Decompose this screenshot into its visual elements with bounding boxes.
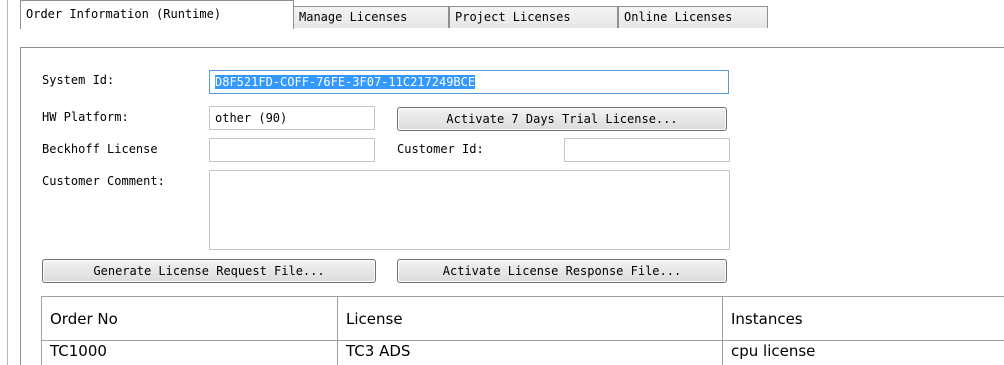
- system-id-label: System Id:: [42, 73, 115, 87]
- beckhoff-license-label: Beckhoff License: [42, 142, 158, 156]
- column-header-license[interactable]: License: [338, 297, 723, 341]
- system-id-field[interactable]: D8F521FD-COFF-76FE-3F07-11C217249BCE: [209, 70, 729, 94]
- tab-online-licenses[interactable]: Online Licenses: [618, 6, 768, 28]
- cell-license: TC3 ADS: [338, 340, 723, 365]
- hw-platform-field[interactable]: other (90): [209, 106, 375, 130]
- cell-order-no: TC1000: [42, 340, 338, 365]
- system-id-value: D8F521FD-COFF-76FE-3F07-11C217249BCE: [215, 75, 476, 89]
- tab-project-licenses[interactable]: Project Licenses: [449, 6, 618, 28]
- license-table: Order No License Instances TC1000 TC3 AD…: [41, 296, 1004, 365]
- customer-id-field[interactable]: [564, 138, 730, 162]
- customer-comment-label: Customer Comment:: [42, 174, 165, 188]
- customer-id-label: Customer Id:: [397, 142, 484, 156]
- tab-manage-licenses[interactable]: Manage Licenses: [293, 6, 449, 28]
- column-header-order-no[interactable]: Order No: [42, 297, 338, 341]
- window-frame: [7, 0, 8, 365]
- activate-trial-license-button[interactable]: Activate 7 Days Trial License...: [397, 107, 727, 131]
- beckhoff-license-field[interactable]: [209, 138, 375, 162]
- tab-order-information[interactable]: Order Information (Runtime): [20, 0, 294, 29]
- hw-platform-label: HW Platform:: [42, 110, 129, 124]
- panel-border: [20, 47, 21, 365]
- column-header-instances[interactable]: Instances: [723, 297, 1004, 341]
- table-header: Order No License Instances: [41, 296, 1004, 341]
- generate-license-request-button[interactable]: Generate License Request File...: [42, 259, 376, 283]
- cell-instances: cpu license: [731, 342, 816, 360]
- customer-comment-textarea[interactable]: [209, 170, 730, 250]
- tab-divider: [20, 47, 1004, 48]
- table-row[interactable]: TC1000 TC3 ADS cpu license: [41, 340, 1004, 365]
- activate-license-response-button[interactable]: Activate License Response File...: [397, 259, 727, 283]
